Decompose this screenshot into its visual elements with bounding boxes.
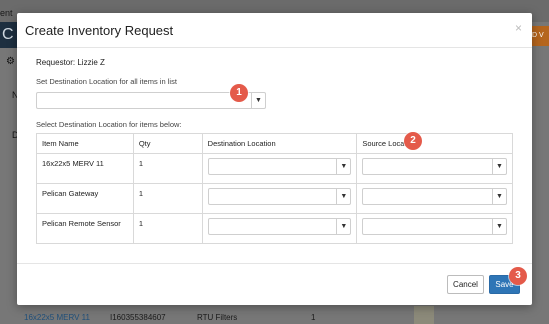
- source-cell: ▼: [356, 213, 513, 244]
- header-item-name: Item Name: [36, 133, 134, 154]
- callout-badge: 3: [509, 267, 527, 285]
- divider: [17, 263, 532, 264]
- destination-select[interactable]: ▼: [207, 158, 352, 175]
- item-category: RTU Filters: [197, 313, 238, 322]
- destination-cell: ▼: [201, 153, 358, 184]
- item-qty: 1: [311, 313, 316, 322]
- destination-select[interactable]: ▼: [207, 188, 352, 205]
- app-logo: C: [0, 22, 18, 48]
- table-row: Pelican Gateway 1 ▼ ▼: [36, 183, 513, 214]
- callout-badge: 2: [404, 132, 422, 150]
- source-select[interactable]: ▼: [362, 188, 507, 205]
- item-name-cell: 16x22x5 MERV 11: [36, 153, 134, 184]
- divider: [17, 47, 532, 48]
- destination-cell: ▼: [201, 183, 358, 214]
- requestor-label: Requestor: Lizzie Z: [36, 58, 105, 67]
- source-select[interactable]: ▼: [362, 218, 507, 235]
- item-code: I160355384607: [110, 313, 166, 322]
- table-row: 16x22x5 MERV 11 I160355384607 RTU Filter…: [0, 306, 549, 324]
- caret-down-icon[interactable]: ▼: [492, 219, 506, 234]
- close-icon[interactable]: ×: [515, 21, 522, 35]
- thumbnail-image: [414, 306, 434, 324]
- items-table: Item Name Qty Destination Location Sourc…: [36, 133, 513, 244]
- header-qty: Qty: [132, 133, 203, 154]
- table-header-row: Item Name Qty Destination Location Sourc…: [36, 133, 513, 154]
- caret-down-icon[interactable]: ▼: [492, 159, 506, 174]
- header-source: Source Location: [356, 133, 513, 154]
- source-cell: ▼: [356, 183, 513, 214]
- item-name-cell: Pelican Remote Sensor: [36, 213, 134, 244]
- create-inventory-request-modal: Create Inventory Request × Requestor: Li…: [17, 13, 532, 305]
- header-destination: Destination Location: [201, 133, 358, 154]
- table-row: 16x22x5 MERV 11 1 ▼ ▼: [36, 153, 513, 184]
- destination-select[interactable]: ▼: [207, 218, 352, 235]
- caret-down-icon[interactable]: ▼: [492, 189, 506, 204]
- destination-cell: ▼: [201, 213, 358, 244]
- caret-down-icon[interactable]: ▼: [251, 93, 265, 108]
- source-cell: ▼: [356, 153, 513, 184]
- callout-badge: 1: [230, 84, 248, 102]
- source-select[interactable]: ▼: [362, 158, 507, 175]
- table-row: Pelican Remote Sensor 1 ▼ ▼: [36, 213, 513, 244]
- qty-cell: 1: [132, 183, 203, 214]
- qty-cell: 1: [132, 213, 203, 244]
- caret-down-icon[interactable]: ▼: [336, 219, 350, 234]
- caret-down-icon[interactable]: ▼: [336, 159, 350, 174]
- cancel-button[interactable]: Cancel: [447, 275, 484, 294]
- gear-icon: ⚙: [6, 56, 15, 67]
- modal-title: Create Inventory Request: [25, 23, 174, 38]
- qty-cell: 1: [132, 153, 203, 184]
- per-item-destination-label: Select Destination Location for items be…: [36, 120, 182, 129]
- caret-down-icon[interactable]: ▼: [336, 189, 350, 204]
- item-name-cell: Pelican Gateway: [36, 183, 134, 214]
- item-link: 16x22x5 MERV 11: [24, 313, 90, 322]
- set-all-destination-label: Set Destination Location for all items i…: [36, 77, 177, 86]
- breadcrumb: ent: [0, 8, 13, 18]
